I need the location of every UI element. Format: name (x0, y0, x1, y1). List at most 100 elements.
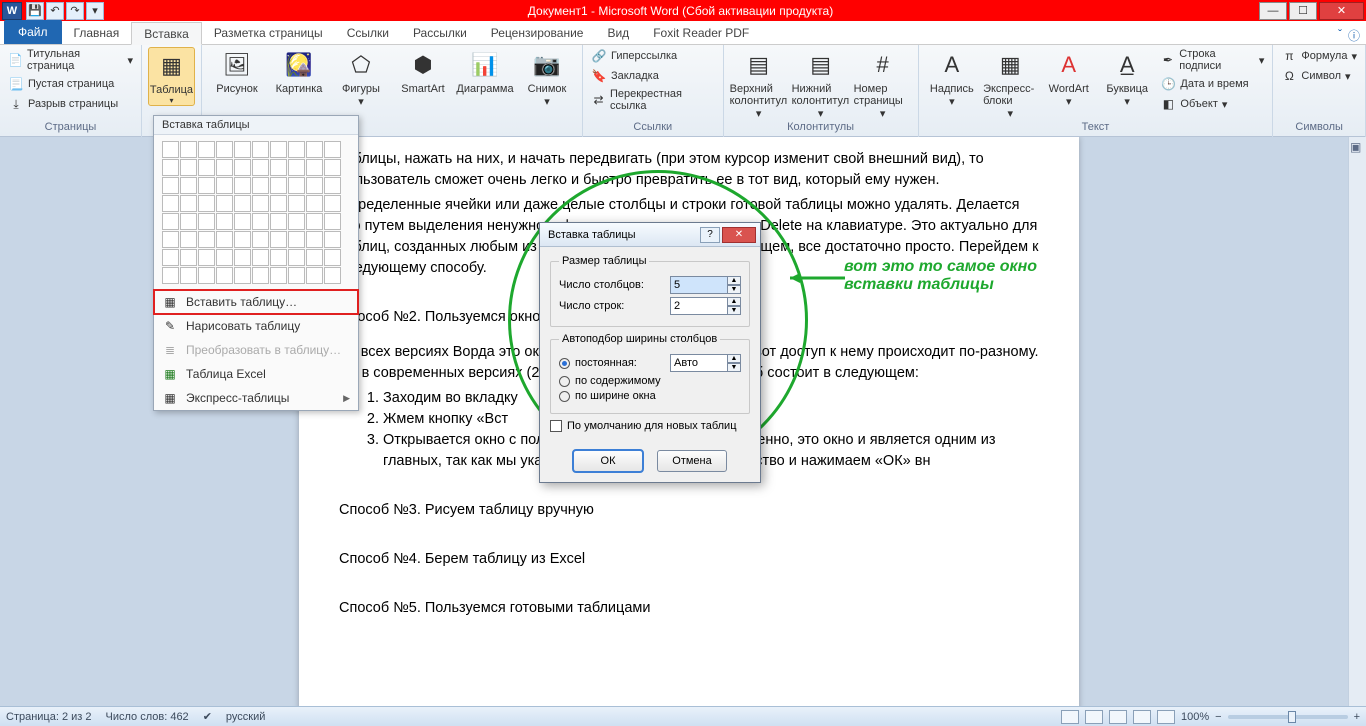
tab-view[interactable]: Вид (595, 21, 641, 44)
grid-cell[interactable] (306, 249, 323, 266)
radio-fixed[interactable]: постоянная: ▲▼ (559, 354, 741, 372)
grid-cell[interactable] (270, 159, 287, 176)
grid-cell[interactable] (270, 141, 287, 158)
dropcap-button[interactable]: A̲Буквица▾ (1100, 47, 1154, 108)
insert-table-menuitem[interactable]: ▦Вставить таблицу… (154, 290, 358, 314)
clipart-button[interactable]: 🎑Картинка (270, 47, 328, 95)
grid-cell[interactable] (234, 213, 251, 230)
shapes-button[interactable]: ⬠Фигуры▾ (332, 47, 390, 108)
grid-cell[interactable] (198, 159, 215, 176)
cols-down[interactable]: ▼ (727, 285, 741, 294)
textbox-button[interactable]: AНадпись▾ (925, 47, 979, 108)
chart-button[interactable]: 📊Диаграмма (456, 47, 514, 95)
grid-cell[interactable] (324, 249, 341, 266)
fixed-width-input[interactable] (670, 354, 728, 372)
pagenum-button[interactable]: #Номер страницы▾ (854, 47, 912, 120)
grid-cell[interactable] (198, 141, 215, 158)
grid-cell[interactable] (270, 177, 287, 194)
view-print-layout[interactable] (1061, 710, 1079, 724)
grid-cell[interactable] (234, 159, 251, 176)
grid-cell[interactable] (288, 249, 305, 266)
cols-up[interactable]: ▲ (727, 276, 741, 285)
status-page[interactable]: Страница: 2 из 2 (6, 711, 92, 723)
grid-cell[interactable] (324, 195, 341, 212)
grid-cell[interactable] (252, 141, 269, 158)
footer-button[interactable]: ▤Нижний колонтитул▾ (792, 47, 850, 120)
grid-cell[interactable] (270, 231, 287, 248)
dialog-help-button[interactable]: ? (700, 227, 720, 243)
grid-cell[interactable] (216, 231, 233, 248)
page-break-button[interactable]: ⤓Разрыв страницы (6, 95, 135, 113)
grid-cell[interactable] (216, 141, 233, 158)
grid-cell[interactable] (252, 177, 269, 194)
qat-save-icon[interactable]: 💾 (26, 2, 44, 20)
zoom-out-button[interactable]: − (1215, 711, 1221, 723)
quick-tables-menuitem[interactable]: ▦Экспресс-таблицы▶ (154, 386, 358, 410)
table-size-grid[interactable] (154, 135, 358, 290)
grid-cell[interactable] (234, 267, 251, 284)
grid-cell[interactable] (288, 141, 305, 158)
grid-cell[interactable] (288, 195, 305, 212)
status-language[interactable]: русский (226, 711, 265, 723)
tab-references[interactable]: Ссылки (335, 21, 401, 44)
grid-cell[interactable] (234, 141, 251, 158)
signature-button[interactable]: ✒Строка подписи ▾ (1158, 47, 1266, 73)
grid-cell[interactable] (252, 249, 269, 266)
grid-cell[interactable] (162, 195, 179, 212)
grid-cell[interactable] (306, 177, 323, 194)
grid-cell[interactable] (234, 249, 251, 266)
hyperlink-button[interactable]: 🔗Гиперссылка (589, 47, 717, 65)
symbol-button[interactable]: ΩСимвол ▾ (1279, 67, 1359, 85)
view-fullscreen[interactable] (1085, 710, 1103, 724)
tab-review[interactable]: Рецензирование (479, 21, 596, 44)
grid-cell[interactable] (324, 177, 341, 194)
tab-insert[interactable]: Вставка (131, 22, 202, 45)
grid-cell[interactable] (162, 231, 179, 248)
dialog-titlebar[interactable]: Вставка таблицы ? ✕ (540, 223, 760, 247)
tab-home[interactable]: Главная (62, 21, 132, 44)
side-panel-handle[interactable]: ▣ (1350, 140, 1364, 180)
tab-layout[interactable]: Разметка страницы (202, 21, 335, 44)
grid-cell[interactable] (180, 267, 197, 284)
qat-more-icon[interactable]: ▾ (86, 2, 104, 20)
grid-cell[interactable] (180, 231, 197, 248)
grid-cell[interactable] (234, 195, 251, 212)
grid-cell[interactable] (324, 267, 341, 284)
view-web[interactable] (1109, 710, 1127, 724)
rows-input[interactable] (670, 297, 728, 315)
file-tab[interactable]: Файл (4, 20, 62, 44)
grid-cell[interactable] (180, 249, 197, 266)
grid-cell[interactable] (306, 267, 323, 284)
cancel-button[interactable]: Отмена (657, 450, 727, 472)
status-spellcheck-icon[interactable]: ✔ (203, 710, 212, 723)
status-words[interactable]: Число слов: 462 (106, 711, 189, 723)
grid-cell[interactable] (162, 141, 179, 158)
crossref-button[interactable]: ⇄Перекрестная ссылка (589, 87, 717, 113)
grid-cell[interactable] (216, 249, 233, 266)
grid-cell[interactable] (252, 267, 269, 284)
radio-window[interactable]: по ширине окна (559, 390, 741, 402)
minimize-button[interactable]: — (1259, 2, 1287, 20)
blank-page-button[interactable]: 📃Пустая страница (6, 75, 135, 93)
ribbon-minimize-icon[interactable]: ˇ (1338, 27, 1342, 44)
grid-cell[interactable] (288, 159, 305, 176)
grid-cell[interactable] (198, 249, 215, 266)
grid-cell[interactable] (270, 213, 287, 230)
vertical-scrollbar[interactable] (1348, 137, 1366, 706)
rows-down[interactable]: ▼ (727, 306, 741, 315)
header-button[interactable]: ▤Верхний колонтитул▾ (730, 47, 788, 120)
wordart-button[interactable]: AWordArt▾ (1042, 47, 1096, 108)
draw-table-menuitem[interactable]: ✎Нарисовать таблицу (154, 314, 358, 338)
table-button[interactable]: ▦ Таблица▾ (148, 47, 195, 106)
tab-foxit[interactable]: Foxit Reader PDF (641, 21, 761, 44)
grid-cell[interactable] (162, 267, 179, 284)
cols-input[interactable] (670, 276, 728, 294)
remember-checkbox[interactable]: По умолчанию для новых таблиц (550, 420, 750, 432)
grid-cell[interactable] (216, 267, 233, 284)
qat-undo-icon[interactable]: ↶ (46, 2, 64, 20)
grid-cell[interactable] (162, 159, 179, 176)
grid-cell[interactable] (216, 195, 233, 212)
ok-button[interactable]: ОК (573, 450, 643, 472)
smartart-button[interactable]: ⬢SmartArt (394, 47, 452, 95)
grid-cell[interactable] (234, 177, 251, 194)
